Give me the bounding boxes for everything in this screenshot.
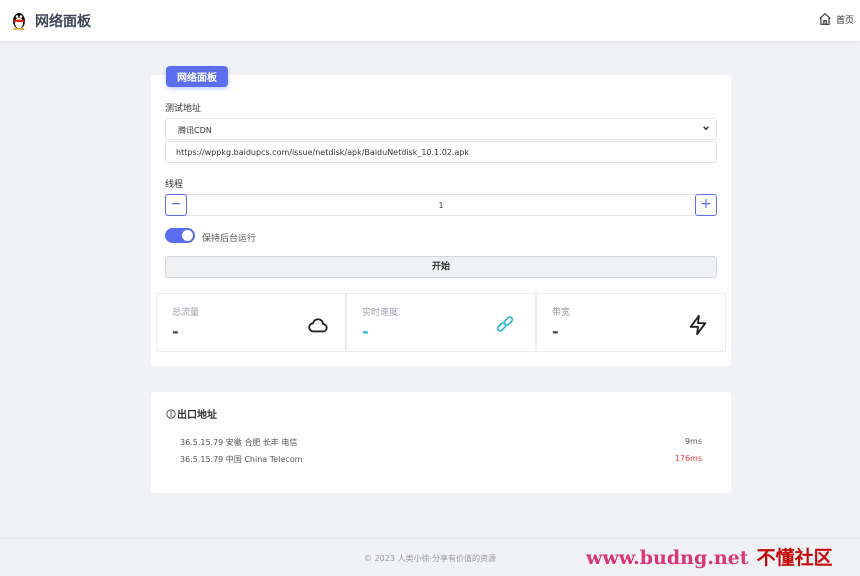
exit-row: 36.5.15.79 中国 China Telecom 176ms	[180, 454, 702, 465]
exit-row-ping: 9ms	[684, 437, 702, 446]
cloud-icon	[308, 318, 328, 333]
panel-badge: 网络面板	[166, 66, 228, 87]
watermark-url: www.budng.net	[586, 547, 749, 569]
footer-divider	[0, 538, 860, 539]
chevron-down-icon	[703, 126, 709, 131]
start-button[interactable]: 开始	[165, 256, 717, 278]
threads-increment-button[interactable]: +	[695, 194, 717, 216]
stat-value: -	[362, 322, 369, 341]
keep-running-toggle[interactable]	[165, 228, 195, 243]
home-link[interactable]: 首页	[818, 12, 854, 26]
info-icon	[166, 408, 176, 419]
stat-label: 总流量	[172, 308, 200, 318]
penguin-logo-icon	[13, 13, 25, 30]
link-icon	[496, 316, 514, 332]
test-source-select[interactable]: 腾讯CDN	[165, 118, 717, 140]
home-link-label: 首页	[835, 15, 854, 26]
top-bar: 网络面板 首页	[0, 0, 860, 41]
home-icon	[819, 12, 831, 25]
stat-label: 实时速度	[362, 308, 399, 318]
stat-total-traffic: 总流量 -	[156, 293, 346, 352]
test-address-label: 测试地址	[165, 104, 202, 114]
stat-bandwidth: 带宽 -	[536, 293, 726, 352]
toggle-knob	[182, 230, 193, 241]
exit-row-ping: 176ms	[674, 454, 702, 463]
lightning-icon	[689, 314, 707, 336]
exit-row: 36.5.15.79 安徽 合肥 长丰 电信 9ms	[180, 437, 702, 448]
stat-realtime-speed: 实时速度 -	[346, 293, 536, 352]
exit-address-title: 出口地址	[166, 406, 217, 421]
threads-stepper: − 1 +	[165, 194, 717, 216]
watermark-brand: 不懂社区	[756, 547, 833, 569]
exit-row-info: 36.5.15.79 安徽 合肥 长丰 电信	[180, 438, 298, 447]
stat-label: 带宽	[552, 308, 571, 318]
threads-label: 线程	[165, 180, 184, 190]
stat-value: -	[172, 322, 179, 341]
keep-running-label: 保持后台运行	[202, 234, 257, 244]
exit-address-title-text: 出口地址	[177, 410, 217, 421]
site-watermark: www.budng.net 不懂社区	[586, 543, 833, 570]
selected-source: 腾讯CDN	[178, 126, 212, 135]
app-title: 网络面板	[35, 14, 91, 30]
threads-value[interactable]: 1	[166, 201, 716, 210]
exit-row-info: 36.5.15.79 中国 China Telecom	[180, 455, 303, 464]
stat-value: -	[552, 322, 559, 341]
test-url-input[interactable]: https://wppkg.baidupcs.com/issue/netdisk…	[165, 141, 717, 163]
